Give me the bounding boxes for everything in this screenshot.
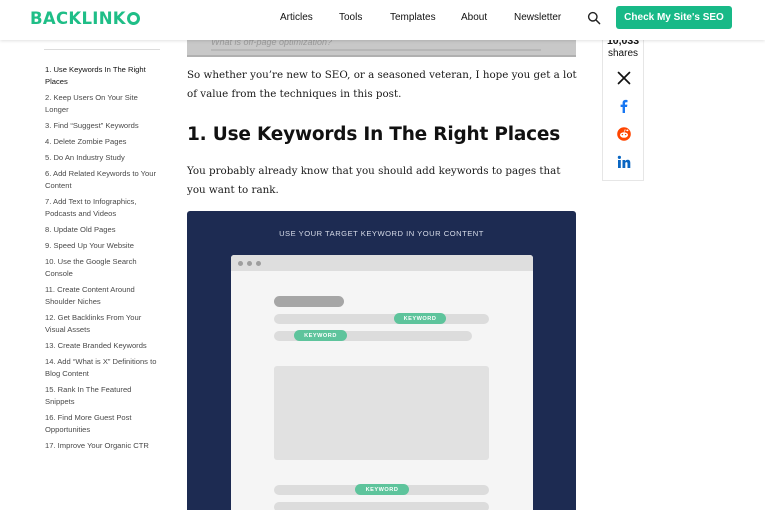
toc-item[interactable]: 4. Delete Zombie Pages — [45, 136, 163, 148]
toc-item[interactable]: 17. Improve Your Organic CTR — [45, 440, 163, 452]
window-dot — [247, 261, 252, 266]
toc-item[interactable]: 3. Find “Suggest” Keywords — [45, 120, 163, 132]
browser-toolbar — [231, 255, 533, 271]
nav-articles[interactable]: Articles — [280, 12, 313, 23]
text-line-placeholder — [274, 502, 489, 510]
body-paragraph: You probably already know that you shoul… — [187, 165, 561, 196]
toc-item[interactable]: 2. Keep Users On Your Site Longer — [45, 92, 163, 116]
toc-item[interactable]: 14. Add “What is X” Definitions to Blog … — [45, 356, 163, 380]
site-header: BACKLINK Articles Tools Templates About … — [0, 0, 765, 40]
logo-text: BACKLINK — [30, 9, 126, 28]
toc-item[interactable]: 1. Use Keywords In The Right Places — [45, 64, 163, 88]
reddit-icon[interactable] — [617, 127, 631, 141]
title-placeholder — [274, 296, 344, 307]
browser-mockup: KEYWORD KEYWORD KEYWORD — [231, 255, 533, 510]
window-dot — [238, 261, 243, 266]
nav-templates[interactable]: Templates — [390, 12, 436, 23]
keyword-pill: KEYWORD — [355, 484, 409, 495]
x-icon[interactable] — [617, 71, 631, 85]
search-icon[interactable] — [587, 11, 601, 25]
table-of-contents: 1. Use Keywords In The Right Places 2. K… — [45, 64, 163, 456]
toc-item[interactable]: 16. Find More Guest Post Opportunities — [45, 412, 163, 436]
nav-tools[interactable]: Tools — [339, 12, 362, 23]
window-dot — [256, 261, 261, 266]
toc-item[interactable]: 10. Use the Google Search Console — [45, 256, 163, 280]
image-placeholder — [274, 366, 489, 460]
previous-figure-line — [211, 49, 541, 51]
logo-o-mark — [126, 12, 140, 25]
facebook-icon[interactable] — [617, 99, 631, 113]
nav-about[interactable]: About — [461, 12, 487, 23]
keyword-placement-illustration: USE YOUR TARGET KEYWORD IN YOUR CONTENT … — [187, 211, 576, 510]
toc-item[interactable]: 7. Add Text to Infographics, Podcasts an… — [45, 196, 163, 220]
share-sidebar: 10,033 shares — [602, 35, 644, 181]
toc-item[interactable]: 11. Create Content Around Shoulder Niche… — [45, 284, 163, 308]
check-seo-button[interactable]: Check My Site's SEO — [616, 6, 732, 29]
toc-divider — [44, 49, 160, 50]
linkedin-icon[interactable] — [617, 155, 631, 169]
keyword-pill: KEYWORD — [294, 330, 347, 341]
share-label: shares — [607, 48, 638, 59]
toc-item[interactable]: 5. Do An Industry Study — [45, 152, 163, 164]
backlinko-logo[interactable]: BACKLINK — [30, 9, 140, 28]
figure-title: USE YOUR TARGET KEYWORD IN YOUR CONTENT — [279, 229, 484, 238]
section-heading: 1. Use Keywords In The Right Places — [187, 124, 561, 145]
toc-item[interactable]: 9. Speed Up Your Website — [45, 240, 163, 252]
toc-item[interactable]: 6. Add Related Keywords to Your Content — [45, 168, 163, 192]
keyword-pill: KEYWORD — [394, 313, 446, 324]
previous-figure: What is off-page optimization? — [187, 38, 576, 57]
toc-item[interactable]: 12. Get Backlinks From Your Visual Asset… — [45, 312, 163, 336]
text-line-placeholder — [274, 314, 489, 324]
nav-newsletter[interactable]: Newsletter — [514, 12, 561, 23]
toc-item[interactable]: 8. Update Old Pages — [45, 224, 163, 236]
toc-item[interactable]: 15. Rank In The Featured Snippets — [45, 384, 163, 408]
toc-item[interactable]: 13. Create Branded Keywords — [45, 340, 163, 352]
intro-paragraph: So whether you’re new to SEO, or a seaso… — [187, 69, 577, 100]
